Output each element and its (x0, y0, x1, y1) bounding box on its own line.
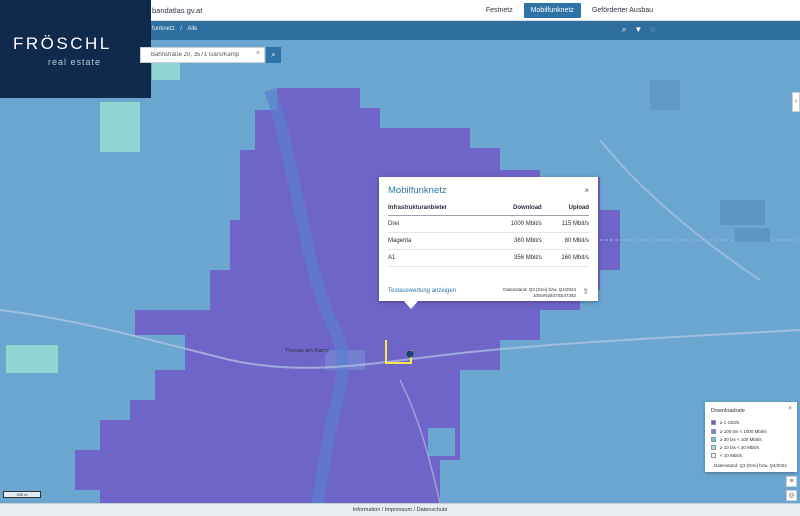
legend-swatch (711, 444, 716, 450)
legend-item: ≥ 100 bis < 1000 Mbit/s (711, 427, 767, 435)
column-header-provider: Infrastrukturanbieter (388, 202, 489, 216)
legend-label: ≥ 30 bis < 100 Mbit/s (720, 436, 762, 442)
table-row: Magenta 380 Mbit/s 80 Mbit/s (388, 232, 589, 250)
download-legend: Downloadrate × ≥ 1 Gbit/s ≥ 100 bis < 10… (705, 402, 797, 472)
top-tabs: Festnetz Mobilfunknetz Geförderter Ausba… (479, 3, 660, 18)
tab-festnetz[interactable]: Festnetz (479, 3, 520, 18)
scale-bar: 200 m (3, 491, 41, 498)
address-search: × (140, 47, 265, 63)
building (735, 228, 770, 242)
close-icon[interactable]: × (788, 406, 792, 412)
legend-item: ≥ 1 Gbit/s (711, 418, 739, 426)
legend-swatch (711, 428, 716, 434)
close-icon[interactable]: × (584, 186, 589, 195)
locate-icon[interactable]: ◎ (786, 490, 797, 501)
legend-swatch (711, 452, 716, 458)
download-value: 356 Mbit/s (488, 249, 542, 267)
column-header-download: Download (488, 202, 542, 216)
tab-mobilfunknetz[interactable]: Mobilfunknetz (523, 3, 581, 18)
popup-cell-id: 100mN2847SE47382 (532, 293, 576, 298)
table-row: A1 356 Mbit/s 160 Mbit/s (388, 249, 589, 267)
result-popup: Mobilfunknetz × Infrastrukturanbieter Do… (379, 177, 598, 301)
breadcrumb-separator: / (180, 26, 183, 32)
popup-stand-text: Datenstand: Q3 (Drei) bzw. Q4/2024 (503, 287, 576, 292)
location-marker (406, 350, 414, 358)
breadcrumb-item-funknetz[interactable]: funknetz (152, 26, 175, 32)
download-value: 1000 Mbit/s (488, 215, 542, 233)
test-evaluation-link[interactable]: Testauswertung anzeigen (388, 288, 456, 294)
upload-value: 80 Mbit/s (541, 232, 589, 250)
building (720, 200, 765, 225)
table-row: Drei 1000 Mbit/s 115 Mbit/s (388, 215, 589, 233)
tab-gefoerderter-ausbau[interactable]: Geförderter Ausbau (585, 3, 660, 18)
footer-links[interactable]: Information / Impressum / Datenschutz (353, 507, 447, 513)
legend-item: ≥ 30 bis < 100 Mbit/s (711, 435, 762, 443)
legend-label: ≥ 100 bis < 1000 Mbit/s (720, 428, 767, 434)
place-label: Thunau am Kamp (285, 348, 329, 354)
coverage-hole (428, 428, 455, 456)
coverage-cell-low (100, 102, 140, 152)
download-value: 380 Mbit/s (488, 232, 542, 250)
provider-table: Infrastrukturanbieter Download Upload Dr… (388, 202, 589, 267)
clear-icon[interactable]: × (256, 50, 260, 57)
subbar-tools: ⌕ ▼ ◌ (622, 25, 655, 35)
side-panel-toggle[interactable]: ‹ (792, 92, 800, 112)
legend-item: ≥ 10 bis < 30 Mbit/s (711, 443, 759, 451)
popup-title: Mobilfunknetz (388, 185, 447, 196)
building (650, 80, 680, 110)
breadcrumb-item-alle[interactable]: Alle (187, 26, 197, 32)
footer: Information / Impressum / Datenschutz (0, 503, 800, 516)
logo-subtitle: real estate (48, 57, 102, 67)
filter-icon[interactable]: ▼ (634, 25, 642, 35)
provider-name: Magenta (388, 232, 489, 250)
search-input[interactable] (141, 48, 251, 62)
provider-name: Drei (388, 215, 489, 233)
legend-label: ≥ 10 bis < 30 Mbit/s (720, 444, 760, 450)
site-name[interactable]: bandatlas.gv.at (152, 6, 202, 15)
provider-name: A1 (388, 249, 489, 267)
legend-swatch (711, 436, 716, 442)
legend-label: < 10 Mbit/s (720, 452, 743, 458)
table-header-row: Infrastrukturanbieter Download Upload (388, 202, 589, 216)
search-icon[interactable]: ⌕ (622, 25, 626, 35)
upload-value: 160 Mbit/s (541, 249, 589, 267)
popup-pointer (404, 301, 418, 309)
column-header-upload: Upload (541, 202, 589, 216)
froeschl-logo: FRÖSCHL real estate (0, 0, 151, 98)
upload-value: 115 Mbit/s (541, 215, 589, 233)
legend-label: ≥ 1 Gbit/s (720, 419, 740, 425)
breadcrumb: funknetz / Alle (152, 26, 201, 32)
logo-wordmark: FRÖSCHL (13, 34, 112, 53)
coverage-cell-low (6, 345, 58, 373)
legend-title: Downloadrate (711, 408, 745, 414)
share-icon[interactable]: ⇪ (582, 287, 589, 296)
legend-swatch (711, 419, 716, 425)
coverage-cell-low (152, 60, 180, 80)
search-button[interactable]: ⌕ (266, 47, 281, 63)
menu-icon[interactable]: ≡ (786, 476, 797, 487)
popup-data-stand: Datenstand: Q3 (Drei) bzw. Q4/2024 100mN… (503, 287, 576, 299)
legend-data-stand: Datenstand: Q3 (Drei) bzw. Q4/2024 (714, 463, 787, 468)
legend-item: < 10 Mbit/s (711, 451, 742, 459)
layers-icon[interactable]: ◌ (650, 25, 655, 35)
